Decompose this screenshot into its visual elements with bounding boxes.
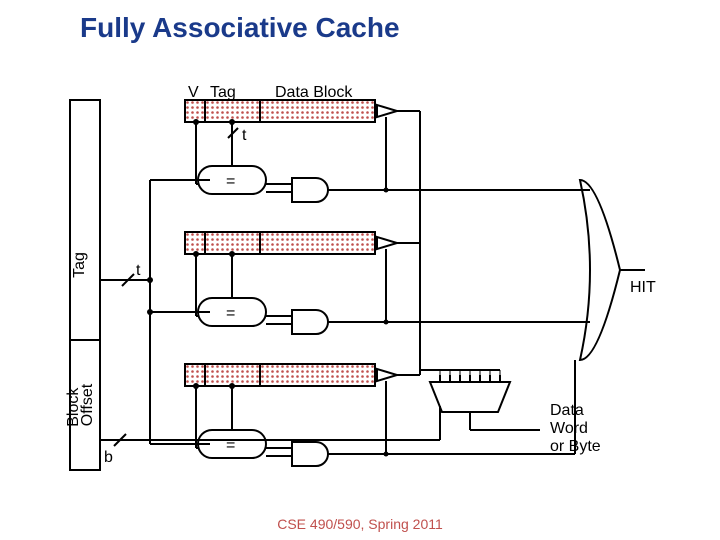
entry-row: = bbox=[185, 232, 580, 334]
page-title: Fully Associative Cache bbox=[80, 12, 400, 44]
label-b: b bbox=[104, 449, 113, 466]
sidebar-label-block-offset: Block Offset bbox=[65, 383, 96, 427]
label-hit: HIT bbox=[630, 279, 656, 296]
entry-row: = bbox=[185, 364, 575, 466]
tristate-buffer bbox=[377, 105, 397, 117]
footer-text: CSE 490/590, Spring 2011 bbox=[0, 516, 720, 532]
label-dataword: Data Word or Byte bbox=[550, 402, 601, 455]
label-t2: t bbox=[136, 262, 141, 279]
and-gate bbox=[292, 178, 328, 202]
equals-icon: = bbox=[226, 305, 235, 322]
label-data: Data Block bbox=[275, 84, 353, 101]
label-tag: Tag bbox=[210, 84, 236, 101]
word-mux bbox=[430, 375, 510, 412]
label-v: V bbox=[188, 84, 199, 101]
or-gate bbox=[580, 180, 620, 360]
equals-icon: = bbox=[226, 173, 235, 190]
diagram: V Tag Data Block t = = bbox=[60, 70, 680, 500]
label-t: t bbox=[242, 127, 247, 144]
sidebar-label-tag: Tag bbox=[71, 252, 88, 278]
